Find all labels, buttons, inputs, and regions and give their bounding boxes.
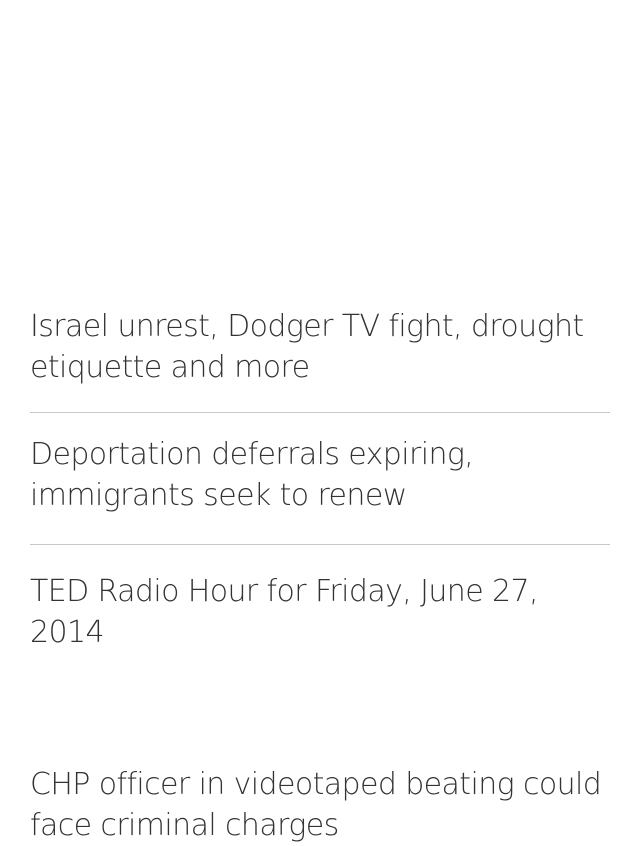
story-headline-link[interactable]: TED Radio Hour for Friday, June 27, 2014 [30, 571, 610, 653]
story-divider [30, 544, 610, 545]
story-list: Israel unrest, Dodger TV fight, drought … [0, 0, 640, 843]
story-divider [30, 412, 610, 413]
story-headline-link[interactable]: CHP officer in videotaped beating could … [30, 764, 610, 846]
story-headline-link[interactable]: Israel unrest, Dodger TV fight, drought … [30, 306, 610, 388]
story-headline-link[interactable]: Deportation deferrals expiring, immigran… [30, 434, 610, 516]
